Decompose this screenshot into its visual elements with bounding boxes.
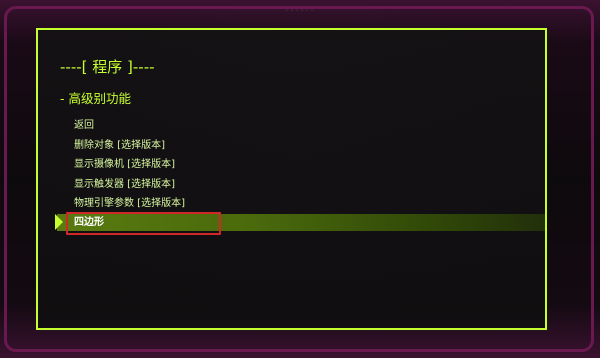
section-heading: - 高级别功能 bbox=[60, 91, 131, 106]
selected-item-outline bbox=[66, 212, 221, 235]
top-decoration: ⁃⁃⁃⁃⁃⁃ bbox=[285, 6, 315, 15]
menu-item-back[interactable]: 返回 bbox=[74, 117, 94, 135]
menu-item-show-triggers[interactable]: 显示触发器 [选择版本] bbox=[74, 176, 175, 194]
triangle-right-icon bbox=[55, 214, 63, 230]
menu-item-physics-params[interactable]: 物理引擎参数 [选择版本] bbox=[74, 195, 185, 213]
menu-item-show-camera[interactable]: 显示摄像机 [选择版本] bbox=[74, 156, 175, 174]
menu-item-delete-object[interactable]: 删除对象 [选择版本] bbox=[74, 137, 165, 155]
panel-title: ----[ 程序 ]---- bbox=[60, 58, 155, 76]
